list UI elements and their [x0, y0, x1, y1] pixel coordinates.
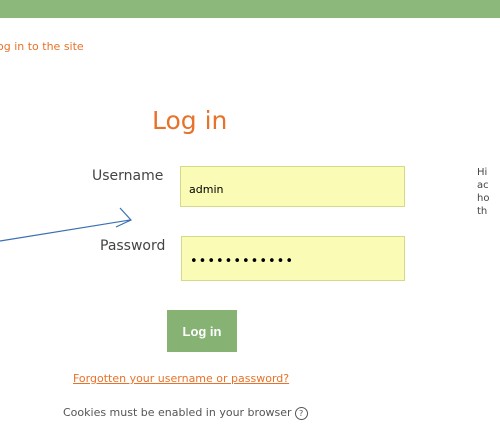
login-page: og in to the site Log in Username Passwo…	[0, 0, 500, 424]
arrow-icon	[0, 207, 132, 242]
